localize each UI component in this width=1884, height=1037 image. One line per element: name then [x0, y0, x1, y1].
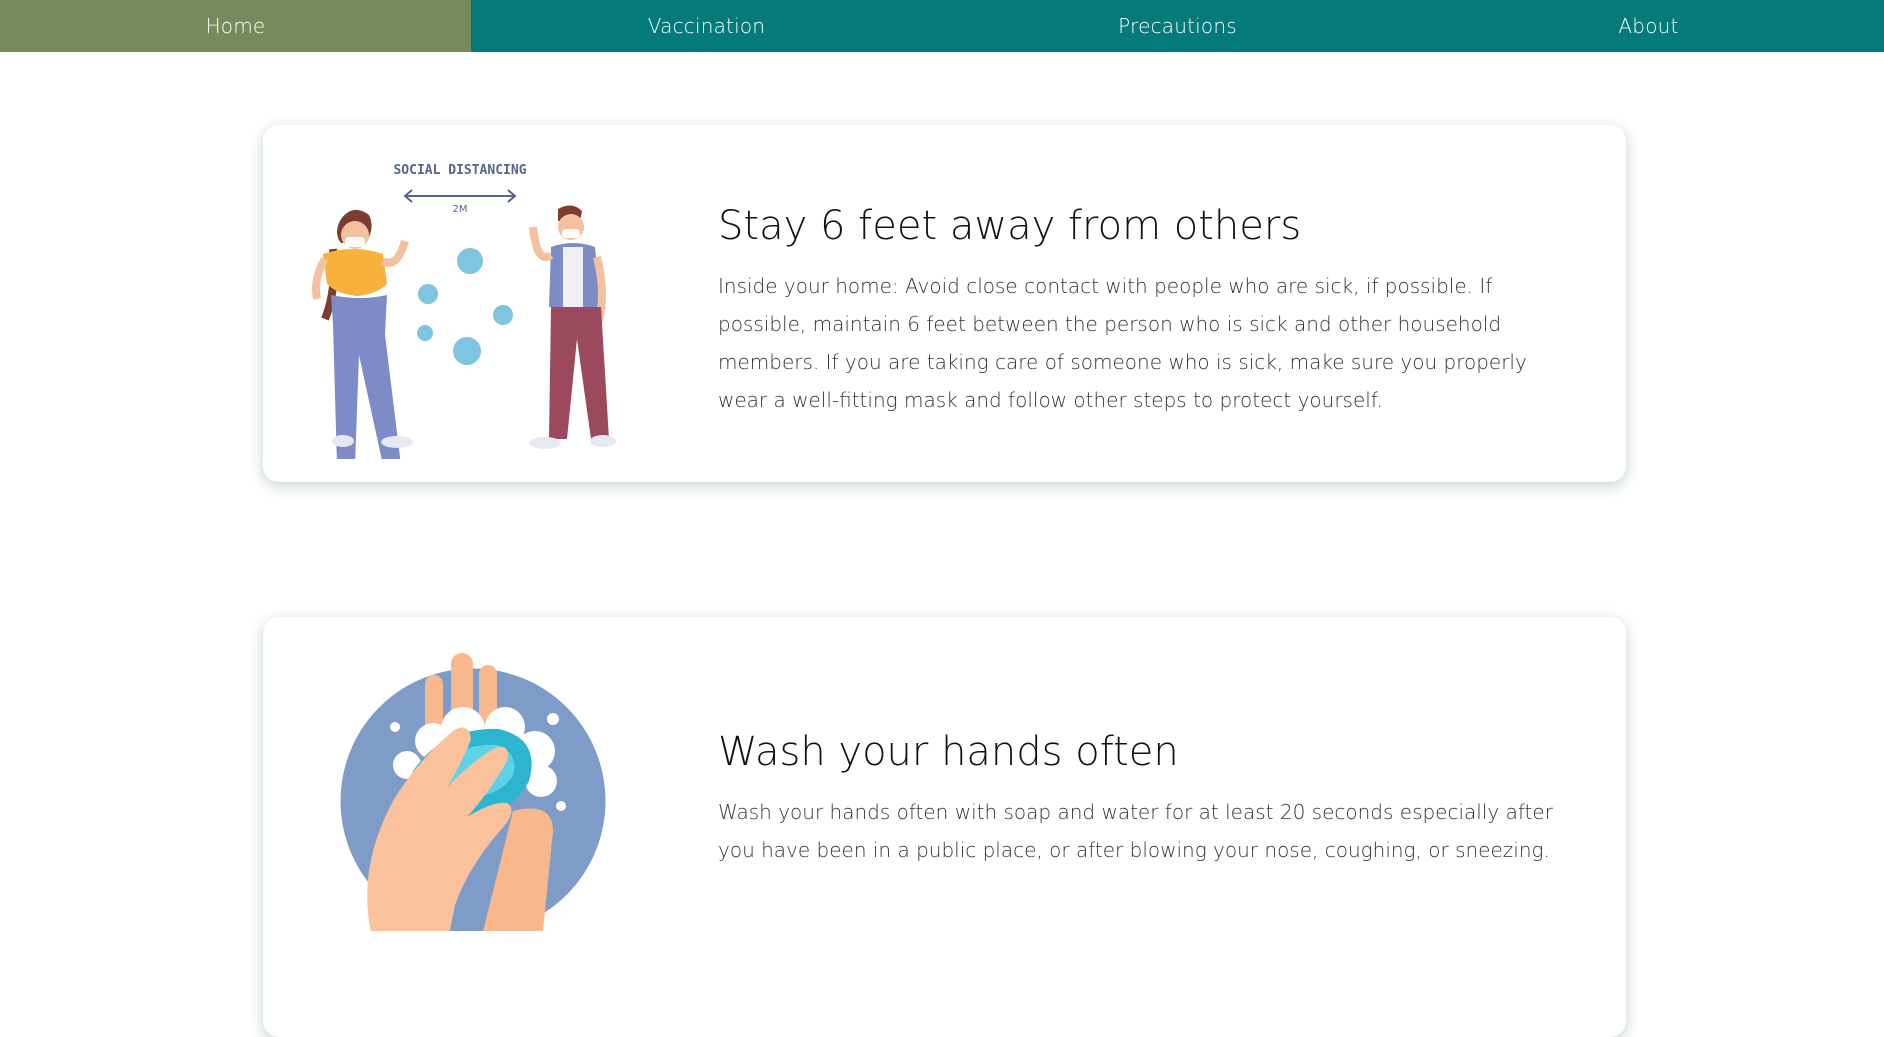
- nav-home[interactable]: Home: [0, 0, 471, 52]
- precaution-card-distancing: SOCIAL DISTANCING 2M Stay 6 feet away fr…: [263, 125, 1626, 482]
- nav-about[interactable]: About: [1413, 0, 1884, 52]
- social-distancing-illustration: SOCIAL DISTANCING 2M: [312, 163, 616, 459]
- virus-icon-group: [417, 248, 513, 365]
- distance-arrow-icon: [403, 189, 517, 203]
- woman-figure: [312, 209, 413, 459]
- card-description: Wash your hands often with soap and wate…: [718, 800, 1553, 862]
- card-title: Stay 6 feet away from others: [718, 203, 1302, 249]
- man-figure: [529, 205, 616, 449]
- social-distancing-label: SOCIAL DISTANCING: [393, 163, 526, 178]
- distance-label: 2M: [453, 204, 468, 215]
- hand-washing-illustration: [337, 653, 609, 931]
- nav-precautions[interactable]: Precautions: [942, 0, 1413, 52]
- top-navbar: Home Vaccination Precautions About: [0, 0, 1884, 52]
- card-description: Inside your home: Avoid close contact wi…: [718, 274, 1527, 412]
- card-title: Wash your hands often: [718, 729, 1179, 775]
- nav-vaccination[interactable]: Vaccination: [471, 0, 942, 52]
- precaution-card-handwashing: Wash your hands often Wash your hands of…: [263, 617, 1626, 1037]
